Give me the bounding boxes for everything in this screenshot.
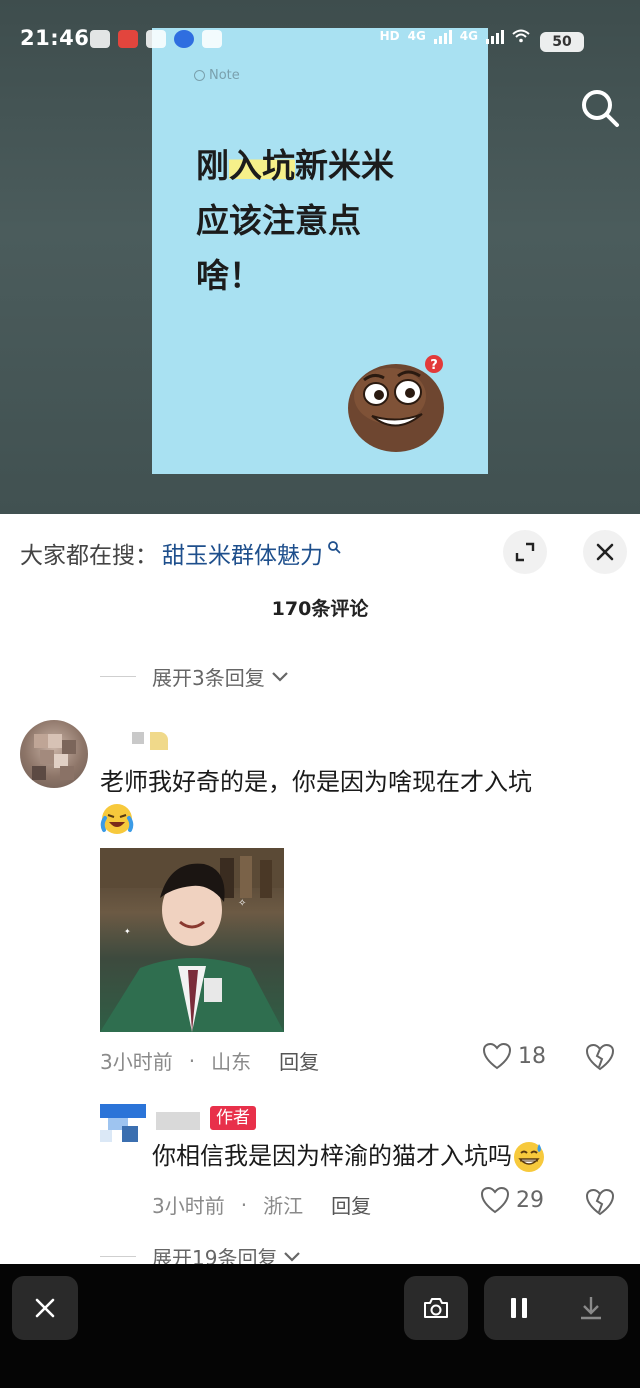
like-button[interactable]: 29 bbox=[480, 1186, 544, 1214]
camera-icon bbox=[424, 1298, 448, 1318]
broken-heart-icon[interactable] bbox=[585, 1043, 615, 1071]
reply-text: 你相信我是因为梓渝的猫才入坑吗 bbox=[152, 1138, 622, 1174]
expand-icon bbox=[515, 542, 535, 562]
divider-line bbox=[100, 676, 136, 677]
wifi-icon bbox=[512, 29, 530, 43]
status-bar: 21:46 HD 4G 4G 50 bbox=[0, 0, 640, 80]
expand-replies-label: 展开3条回复 bbox=[152, 666, 265, 690]
svg-text:✧: ✧ bbox=[238, 898, 246, 909]
network-label: 4G bbox=[459, 29, 478, 43]
author-avatar[interactable] bbox=[100, 1100, 146, 1146]
close-icon bbox=[596, 543, 614, 561]
note-title-highlight: 入坑 bbox=[229, 146, 295, 185]
comment-location: 山东 bbox=[211, 1050, 252, 1074]
comment-text: 老师我好奇的是，你是因为啥现在才入坑 bbox=[100, 764, 620, 836]
expand-sheet-button[interactable] bbox=[503, 530, 547, 574]
reply-meta: 3小时前 · 浙江 回复 bbox=[152, 1190, 371, 1219]
trending-search[interactable]: 大家都在搜： 甜玉米群体魅力 bbox=[20, 536, 341, 570]
small-search-icon bbox=[328, 541, 341, 554]
app-notification-icon bbox=[174, 30, 194, 48]
expand-replies-label: 展开19条回复 bbox=[152, 1246, 278, 1264]
close-sheet-button[interactable] bbox=[583, 530, 627, 574]
svg-text:✦: ✦ bbox=[124, 927, 131, 936]
svg-text:?: ? bbox=[430, 358, 438, 373]
video-area[interactable]: Note 刚入坑新米米 应该注意点 啥！ ? 21:46 HD 4G 4G 50 bbox=[0, 0, 640, 514]
like-button[interactable]: 18 bbox=[482, 1042, 546, 1070]
reply-body: 你相信我是因为梓渝的猫才入坑吗 bbox=[152, 1142, 512, 1170]
comment-body: 老师我好奇的是，你是因为啥现在才入坑 bbox=[100, 768, 532, 796]
reply-time: 3小时前 bbox=[152, 1194, 225, 1218]
signal-icon bbox=[433, 28, 452, 44]
reply-button[interactable]: 回复 bbox=[279, 1046, 319, 1075]
note-card: Note 刚入坑新米米 应该注意点 啥！ ? bbox=[152, 28, 488, 474]
recorder-close-button[interactable] bbox=[12, 1276, 78, 1340]
confused-face-sticker-icon: ? bbox=[348, 355, 444, 452]
reply-button[interactable]: 回复 bbox=[331, 1190, 371, 1219]
like-count: 29 bbox=[516, 1187, 544, 1213]
expand-replies-bottom[interactable]: 展开19条回复 bbox=[100, 1242, 301, 1264]
comment-meta: 3小时前 · 山东 回复 bbox=[100, 1046, 319, 1075]
author-badge: 作者 bbox=[210, 1106, 256, 1130]
note-title-part1: 刚 bbox=[196, 146, 229, 185]
camera-button[interactable] bbox=[404, 1276, 468, 1340]
heart-icon bbox=[480, 1186, 510, 1214]
status-signal-group: HD 4G 4G bbox=[380, 28, 530, 44]
comment-time: 3小时前 bbox=[100, 1050, 173, 1074]
chevron-down-icon bbox=[284, 1251, 301, 1262]
search-icon[interactable] bbox=[578, 86, 622, 130]
app-notification-icon bbox=[118, 30, 138, 48]
app-notification-icon bbox=[146, 30, 166, 48]
book-icon bbox=[202, 30, 222, 48]
app-notification-icon bbox=[90, 30, 110, 48]
close-icon bbox=[35, 1298, 55, 1318]
author-username-blurred[interactable] bbox=[156, 1112, 200, 1130]
network-label: 4G bbox=[407, 29, 426, 43]
person-photo-icon: ✦ ✧ bbox=[100, 848, 284, 1032]
heart-icon bbox=[482, 1042, 512, 1070]
meta-separator: · bbox=[188, 1048, 196, 1073]
screen-recorder-toolbar bbox=[0, 1264, 640, 1388]
expand-replies-top[interactable]: 展开3条回复 bbox=[100, 662, 289, 691]
meta-separator: · bbox=[240, 1192, 248, 1217]
comment-image[interactable]: ✦ ✧ bbox=[100, 848, 284, 1032]
battery-indicator: 50 bbox=[540, 32, 584, 52]
hd-label: HD bbox=[379, 29, 400, 43]
signal-icon bbox=[486, 28, 504, 44]
like-count: 18 bbox=[518, 1043, 546, 1069]
chevron-down-icon bbox=[271, 671, 288, 682]
laugh-cry-emoji-icon bbox=[100, 804, 134, 834]
divider-line bbox=[100, 1256, 136, 1257]
pause-icon[interactable] bbox=[509, 1296, 529, 1320]
download-icon[interactable] bbox=[578, 1295, 604, 1321]
broken-heart-icon[interactable] bbox=[585, 1188, 615, 1216]
trending-search-prefix: 大家都在搜： bbox=[20, 543, 158, 569]
grin-sweat-emoji-icon bbox=[514, 1142, 544, 1172]
note-title: 刚入坑新米米 应该注意点 啥！ bbox=[196, 138, 456, 303]
recorder-controls bbox=[484, 1276, 628, 1340]
commenter-avatar[interactable] bbox=[20, 720, 88, 788]
status-time: 21:46 bbox=[20, 26, 90, 50]
commenter-username-blurred[interactable] bbox=[132, 732, 168, 750]
comment-count: 170条评论 bbox=[271, 598, 369, 620]
status-notification-icons bbox=[90, 30, 222, 48]
reply-location: 浙江 bbox=[263, 1194, 304, 1218]
comment-sheet: 大家都在搜： 甜玉米群体魅力 170条评论 展开3条回复 老师我好奇的是，你是因… bbox=[0, 514, 640, 1264]
trending-search-term[interactable]: 甜玉米群体魅力 bbox=[162, 536, 323, 570]
